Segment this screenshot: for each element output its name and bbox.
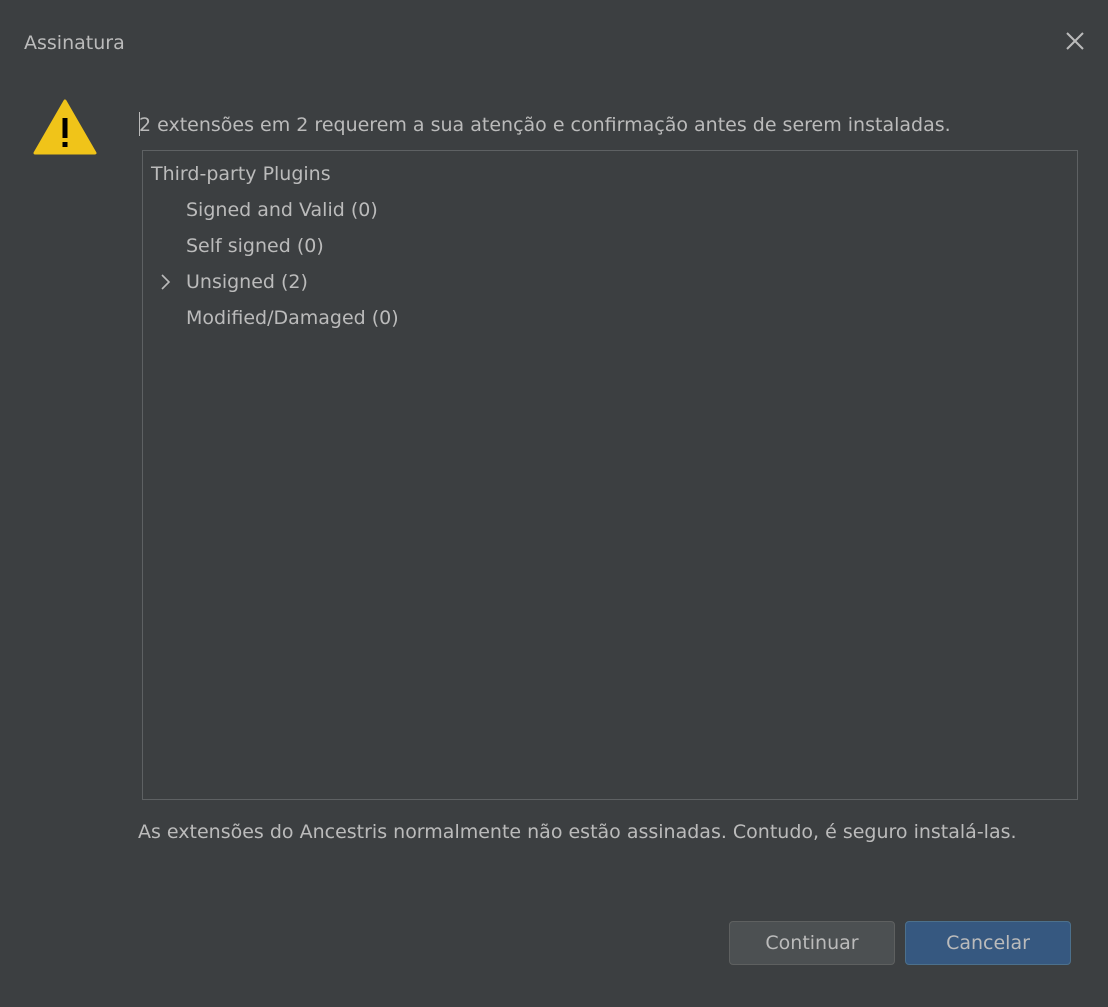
tree-item-label: Self signed (0) [186,235,324,257]
tree-item-signed-and-valid[interactable]: Signed and Valid (0) [186,192,378,228]
tree-item-unsigned[interactable]: Unsigned (2) [161,264,308,300]
tree-root-label: Third-party Plugins [151,163,331,185]
chevron-right-icon[interactable] [158,264,174,300]
continue-button[interactable]: Continuar [729,921,895,965]
dialog-titlebar: Assinatura [0,0,1108,80]
warning-triangle-icon [32,98,98,156]
close-icon[interactable] [1060,26,1090,56]
dialog-message: 2 extensões em 2 requerem a sua atenção … [139,112,951,138]
dialog-title: Assinatura [24,32,125,54]
cancel-button[interactable]: Cancelar [905,921,1071,965]
tree-item-label: Signed and Valid (0) [186,199,378,221]
dialog-message-text: 2 extensões em 2 requerem a sua atenção … [139,114,951,136]
signature-tree[interactable]: Third-party Plugins Signed and Valid (0)… [142,150,1078,800]
tree-item-label: Unsigned (2) [186,271,308,293]
tree-item-modified-damaged[interactable]: Modified/Damaged (0) [186,300,399,336]
tree-item-self-signed[interactable]: Self signed (0) [186,228,324,264]
tree-item-label: Modified/Damaged (0) [186,307,399,329]
tree-root-third-party-plugins[interactable]: Third-party Plugins [151,156,331,192]
dialog-hint: As extensões do Ancestris normalmente nã… [138,821,1017,843]
